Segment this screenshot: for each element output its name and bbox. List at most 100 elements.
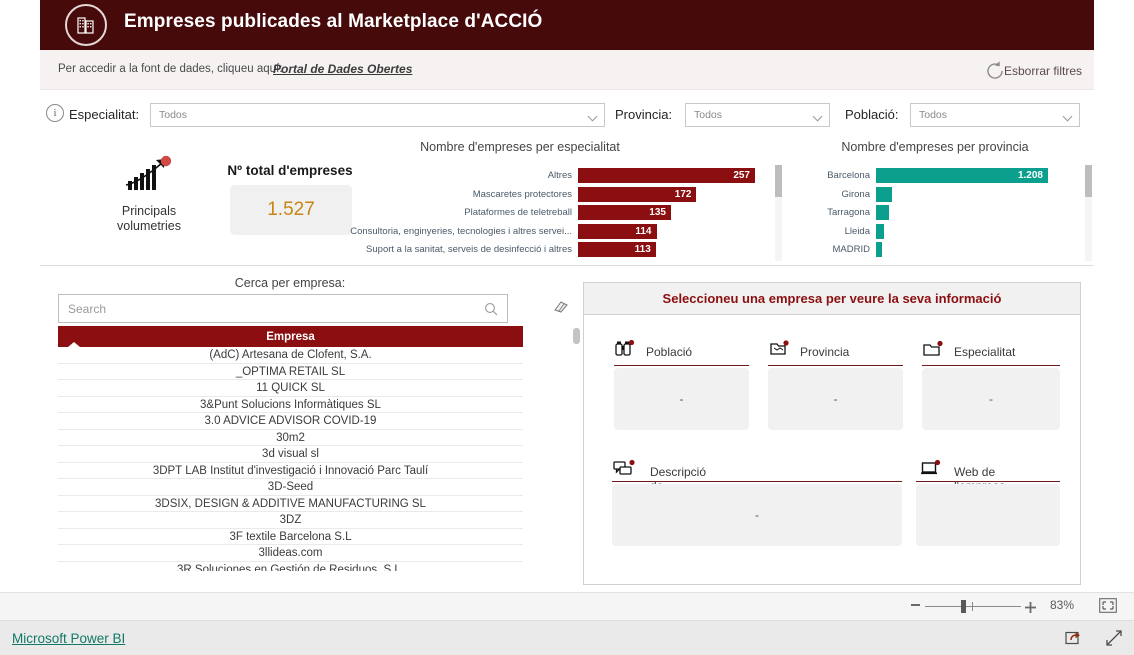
kpi-title: Nº total d'empreses — [227, 163, 353, 178]
scrollbar-thumb[interactable] — [775, 165, 782, 197]
table-column-header[interactable]: Empresa — [58, 326, 523, 347]
field-underline — [614, 365, 749, 366]
source-label: Per accedir a la font de dades, cliqueu … — [58, 63, 283, 75]
table-row[interactable]: 3DZ — [58, 512, 523, 529]
table-row[interactable]: 3D-Seed — [58, 479, 523, 496]
bar-category-label: Suport a la sanitat, serveis de desinfec… — [366, 244, 572, 255]
field-underline — [612, 481, 902, 482]
filter-bar: i Especialitat: Todos Provincia: Todos P… — [40, 90, 1094, 135]
province-chart-title: Nombre d'empreses per provincia — [841, 140, 1029, 154]
bar-row[interactable]: Girona — [841, 186, 1048, 202]
province-bar-chart[interactable]: Barcelona 1.208 Girona Tarragona Lleida MADRI… — [827, 168, 1066, 260]
bar-row[interactable]: Altres 257 — [548, 168, 755, 183]
zoom-level: 83% — [1050, 598, 1075, 612]
bar[interactable]: 172 — [578, 186, 697, 202]
specialty-chart-title: Nombre d'empreses per especialitat — [420, 140, 620, 154]
table-row[interactable]: 3.0 ADVICE ADVISOR COVID-19 — [58, 413, 523, 430]
bar-value-label: 257 — [733, 170, 750, 181]
field-underline — [922, 365, 1060, 366]
share-icon[interactable] — [1065, 629, 1083, 647]
bar[interactable] — [876, 205, 889, 220]
eraser-icon[interactable] — [552, 298, 570, 314]
table-row[interactable]: 3d visual sl — [58, 446, 523, 463]
bar[interactable]: 114 — [578, 223, 657, 239]
company-info-panel: Seleccioneu una empresa per veure la sev… — [583, 282, 1081, 585]
chevron-down-icon — [1062, 111, 1073, 122]
source-bar: Per accedir a la font de dades, cliqueu … — [40, 50, 1094, 90]
open-data-portal-link[interactable]: Portal de Dades Obertes — [273, 62, 412, 76]
power-bi-brand-link[interactable]: Microsoft Power BI — [12, 631, 125, 646]
bar[interactable] — [876, 186, 892, 202]
poblacio-label: Població: — [845, 107, 899, 122]
field-descripcio-value: - — [612, 484, 902, 546]
table-row[interactable]: (AdC) Artesana de Clofent, S.A. — [58, 347, 523, 364]
provincia-label: Provincia: — [615, 107, 673, 122]
overview-section: Principals volumetries Nº total d'empres… — [40, 135, 1094, 265]
bar-row[interactable]: Mascaretes protectores 172 — [473, 186, 755, 202]
bar-row[interactable]: Tarragona — [827, 205, 1048, 220]
table-row[interactable]: _OPTIMA RETAIL SL — [58, 364, 523, 380]
specialty-bar-chart[interactable]: Altres 257 Mascaretes protectores 172 Plataf… — [350, 168, 773, 260]
bar-category-label: Plataformes de teletreball — [464, 207, 572, 218]
bar-category-label: Altres — [547, 170, 572, 181]
bar-row[interactable]: Consultoria, enginyeries, tecnologies i … — [350, 223, 755, 239]
search-input[interactable]: Search — [58, 294, 508, 323]
growth-chart-icon — [125, 155, 172, 190]
poblacio-slicer[interactable]: Todos — [910, 103, 1080, 127]
field-web-value — [916, 484, 1060, 546]
company-table[interactable]: (AdC) Artesana de Clofent, S.A. _OPTIMA R… — [58, 347, 523, 571]
table-row[interactable]: 3F textile Barcelona S.L — [58, 529, 523, 545]
provincia-value: Todos — [694, 109, 723, 121]
search-icon[interactable] — [484, 302, 498, 316]
bar-row[interactable]: Plataformes de teletreball 135 — [464, 205, 755, 220]
especialitat-slicer[interactable]: Todos — [150, 103, 605, 127]
provincia-slicer[interactable]: Todos — [685, 103, 830, 127]
bar-row[interactable]: Lleida — [845, 223, 1048, 239]
detail-section: Cerca per empresa: Search Empresa (AdC) … — [40, 266, 1094, 592]
search-placeholder: Search — [68, 302, 107, 316]
bar[interactable] — [876, 223, 884, 239]
table-row[interactable]: 3DSIX, DESIGN & ADDITIVE MANUFACTURING S… — [58, 496, 523, 512]
zoom-slider-thumb[interactable] — [961, 600, 966, 613]
report-header: Empreses publicades al Marketplace d'ACC… — [40, 0, 1094, 50]
bar-row[interactable]: MADRID — [833, 242, 1048, 257]
table-row[interactable]: 3&Punt Solucions Informàtiques SL — [58, 397, 523, 413]
binoculars-icon — [614, 339, 636, 364]
zoom-out-icon[interactable] — [911, 604, 920, 606]
bar[interactable]: 113 — [578, 242, 656, 257]
report-canvas: Empreses publicades al Marketplace d'ACC… — [40, 0, 1094, 592]
zoom-slider[interactable] — [925, 606, 1021, 607]
info-icon[interactable]: i — [46, 104, 64, 122]
fit-to-screen-icon[interactable] — [1099, 598, 1117, 613]
bar[interactable]: 1.208 — [876, 168, 1048, 183]
bar-row[interactable]: Suport a la sanitat, serveis de desinfec… — [366, 242, 755, 257]
table-row[interactable]: 11 QUICK SL — [58, 380, 523, 397]
province-chart-scrollbar[interactable] — [1085, 165, 1092, 261]
especialitat-value: Todos — [159, 109, 188, 121]
company-table-scrollbar[interactable] — [573, 328, 580, 344]
bar-category-label: Lleida — [844, 225, 870, 237]
bar[interactable]: 135 — [578, 205, 671, 220]
bar[interactable] — [876, 242, 882, 257]
clear-filters-button[interactable]: Esborrar filtres — [1004, 64, 1082, 78]
zoom-in-icon[interactable] — [1025, 600, 1036, 613]
bar[interactable]: 257 — [578, 168, 755, 183]
bar-row[interactable]: Barcelona 1.208 — [827, 168, 1048, 183]
table-row[interactable]: 3DPT LAB Institut d'investigació i Innov… — [58, 463, 523, 479]
poblacio-value: Todos — [919, 109, 948, 121]
bar-value-label: 172 — [674, 188, 692, 200]
total-companies-card[interactable]: 1.527 — [230, 185, 352, 235]
field-poblacio-label: Població — [646, 345, 693, 359]
table-row[interactable]: 30m2 — [58, 430, 523, 446]
bar-category-label: Girona — [841, 188, 870, 200]
bar-value-label: 114 — [635, 225, 652, 237]
table-row[interactable]: 3R Soluciones en Gestión de Residuos, S.… — [58, 562, 523, 572]
bar-category-label: Tarragona — [827, 207, 870, 218]
chevron-down-icon — [812, 111, 823, 122]
map-folder-icon — [768, 339, 790, 364]
scrollbar-thumb[interactable] — [1085, 165, 1092, 197]
table-row[interactable]: 3llideas.com — [58, 545, 523, 562]
fullscreen-icon[interactable] — [1105, 629, 1123, 647]
kpi-value: 1.527 — [267, 199, 315, 220]
specialty-chart-scrollbar[interactable] — [775, 165, 782, 261]
